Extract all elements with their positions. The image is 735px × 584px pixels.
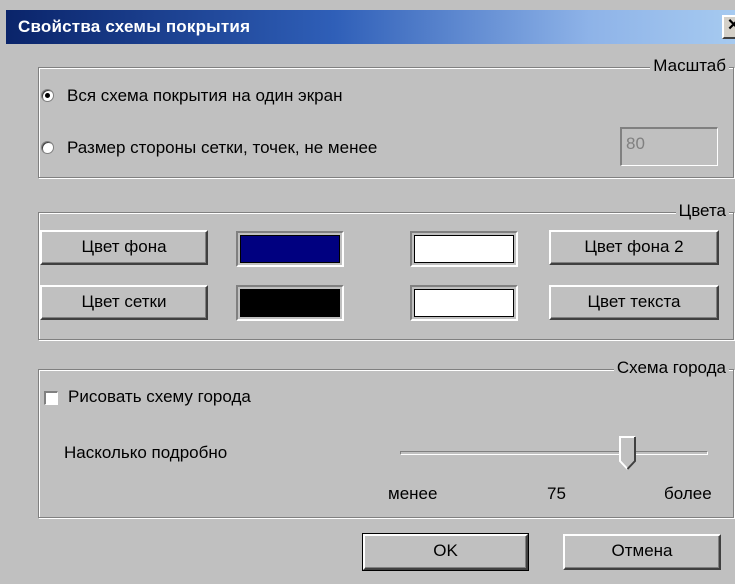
text-color-swatch[interactable]: [410, 285, 518, 321]
radio-grid-size[interactable]: [41, 141, 54, 154]
background2-color-button[interactable]: Цвет фона 2: [549, 230, 719, 265]
radio-grid-size-label[interactable]: Размер стороны сетки, точек, не менее: [67, 138, 377, 158]
coverage-scheme-properties-dialog: Свойства схемы покрытия ✕ Масштаб Вся сх…: [0, 0, 735, 584]
radio-whole-scheme[interactable]: [41, 89, 54, 102]
detail-level-label: Насколько подробно: [64, 443, 228, 462]
scale-group-legend: Масштаб: [650, 56, 729, 76]
slider-min-label: менее: [388, 484, 438, 503]
radio-whole-scheme-label[interactable]: Вся схема покрытия на один экран: [67, 86, 342, 106]
background-color-fill: [240, 235, 340, 263]
background-color-swatch[interactable]: [236, 231, 344, 267]
text-color-fill: [414, 289, 514, 317]
draw-city-scheme-checkbox[interactable]: [44, 391, 58, 405]
slider-max-label: более: [664, 484, 712, 503]
city-scheme-group-legend: Схема города: [613, 358, 729, 378]
slider-value-label: 75: [547, 484, 566, 503]
grid-color-fill: [240, 289, 340, 317]
window-title: Свойства схемы покрытия: [18, 17, 251, 36]
detail-slider-thumb[interactable]: [619, 436, 637, 470]
close-icon: ✕: [727, 17, 735, 34]
grid-size-input[interactable]: 80: [620, 127, 718, 166]
background2-color-swatch[interactable]: [410, 231, 518, 267]
colors-group-legend: Цвета: [675, 201, 729, 221]
background2-color-fill: [414, 235, 514, 263]
text-color-button[interactable]: Цвет текста: [549, 285, 719, 320]
grid-color-button[interactable]: Цвет сетки: [40, 285, 208, 320]
background-color-button[interactable]: Цвет фона: [40, 230, 208, 265]
ok-button[interactable]: OK: [362, 533, 529, 571]
cancel-button[interactable]: Отмена: [563, 534, 721, 570]
draw-city-scheme-label[interactable]: Рисовать схему города: [68, 387, 251, 407]
close-button[interactable]: ✕: [722, 15, 735, 39]
title-bar[interactable]: Свойства схемы покрытия ✕: [6, 10, 735, 44]
grid-color-swatch[interactable]: [236, 285, 344, 321]
detail-slider-track[interactable]: [400, 451, 708, 455]
